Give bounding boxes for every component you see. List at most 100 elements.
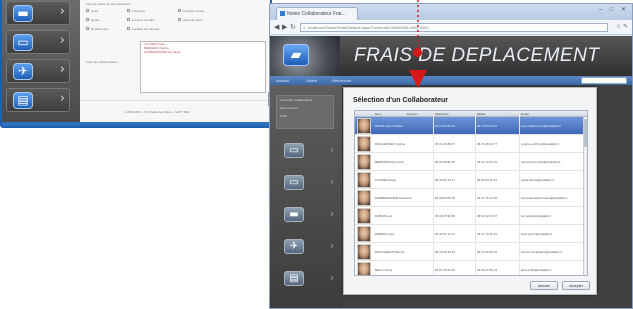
option-checkbox[interactable]	[127, 27, 130, 30]
option-checkbox[interactable]	[127, 9, 130, 12]
plane-icon: ✈	[13, 63, 33, 80]
sidebar-button-book[interactable]: ▤ ›	[280, 269, 338, 289]
column-header[interactable]: Prenom	[407, 112, 418, 116]
avatar	[357, 262, 371, 275]
option-checkbox[interactable]	[86, 27, 89, 30]
sidebar-button-plane[interactable]: ✈ ›	[280, 237, 338, 257]
annotation-dot	[417, 5, 419, 7]
list-item[interactable]: DARBIERMARIE Fernande	[141, 50, 265, 54]
column-divider	[519, 111, 520, 275]
option-label: Achat de livres	[183, 18, 203, 22]
book-icon: ▤	[284, 271, 304, 286]
column-header[interactable]: Mobile	[477, 112, 486, 116]
option-checkbox[interactable]	[127, 18, 130, 21]
cell-name: BELLO Anne	[375, 268, 393, 272]
cell-name: ROSSI Jean Charles	[375, 124, 403, 128]
cell-email: anne.bello@scalable.fr	[521, 268, 552, 272]
sidebar-button-folder[interactable]: ▭ ›	[280, 141, 338, 161]
avatar	[357, 226, 371, 242]
table-row[interactable]: ROSSI Jean Charles 06 12 61 81 03 06 13 54…	[355, 117, 587, 135]
chevron-right-icon: ›	[330, 271, 335, 284]
table-row[interactable]: DUBOIS Luc 05 18 05 96 80 06 52 63 91 57 lu…	[355, 207, 587, 225]
table-row[interactable]: ROCHEFORD Virginie 05 34 29 88 27 06 16 26…	[355, 135, 587, 153]
cell-phone: 05 18 50 40 10	[435, 250, 456, 254]
cell-email: paule.lacore@scalable.fr	[521, 178, 555, 182]
table-row[interactable]: BERNARD Raymond 05 26 69 82 96 06 42 73 21…	[355, 153, 587, 171]
subnav-item[interactable]: Accueil	[276, 78, 289, 83]
annotation-dot	[417, 15, 419, 17]
sidebar-button-hotel[interactable]: ▬ ›	[280, 205, 338, 225]
option-checkbox[interactable]	[86, 18, 89, 21]
table-row[interactable]: LACORE Paule 05 18 02 79 17 06 93 04 31 53…	[355, 171, 587, 189]
window-controls[interactable]: – □ ✕	[599, 6, 629, 13]
option-label: Deplacement	[91, 27, 109, 31]
favicon-icon	[280, 11, 285, 16]
option-checkbox[interactable]	[178, 9, 181, 12]
grid-scrollbar[interactable]	[583, 117, 587, 275]
search-input[interactable]	[581, 77, 627, 84]
avatar	[357, 208, 371, 224]
chevron-right-icon: ›	[330, 175, 335, 188]
avatar	[357, 136, 371, 152]
cell-phone: 05 99 83 05 35	[435, 196, 456, 200]
subnav-item[interactable]: Recherche	[332, 78, 351, 83]
back-sidebar-button-hotel[interactable]: ▭ ›	[6, 30, 70, 54]
avatar	[357, 118, 371, 134]
cell-phone: 05 18 05 96 80	[435, 214, 456, 218]
back-sidebar-button-plane[interactable]: ✈ ›	[6, 59, 70, 83]
option-checkbox[interactable]	[178, 18, 181, 21]
reload-icon[interactable]: ↻	[290, 23, 296, 31]
cell-phone: 05 34 29 88 27	[435, 142, 456, 146]
browser-tab[interactable]: Notes Collaborateur Frai...	[276, 7, 358, 20]
scrollbar-thumb[interactable]	[584, 119, 587, 147]
option-label: Transport	[132, 9, 145, 13]
cell-email: raymond.bernard@scalable.fr	[521, 160, 561, 164]
cell-name: BERNARD Raymond	[375, 160, 404, 164]
table-row[interactable]: DARBIERMARIE Fernande 05 99 83 05 35 06 37…	[355, 189, 587, 207]
option-label: Location de vehicule	[132, 27, 160, 31]
avatar	[357, 172, 371, 188]
folder-icon: ▭	[284, 143, 304, 158]
subnav-item[interactable]: Saisie	[306, 78, 317, 83]
screenshot-stage: ▬ › ▭ › ✈ › ▤ › Type de saisie de frais auto…	[0, 0, 633, 309]
user-panel-line: Connecté: Collaborateur	[280, 98, 313, 102]
option-label: Location voiture	[183, 9, 205, 13]
options-section-label: Type de saisie de frais autorisées	[86, 2, 131, 6]
cell-mobile: 06 37 75 17 40	[477, 196, 498, 200]
cell-name: LACORE Paule	[375, 178, 396, 182]
user-panel-line[interactable]: Profil	[277, 112, 333, 120]
column-header[interactable]: Email	[521, 112, 529, 116]
cell-name: DARBIERMARIE Fernande	[375, 196, 412, 200]
avatar	[357, 244, 371, 260]
address-bar[interactable]: ● localhost/ScreenFrais/Default.aspx?Scr…	[300, 23, 608, 32]
app-banner: ▰ FRAIS DE DEPLACEMENT	[270, 36, 632, 76]
back-arrow-icon[interactable]: ◀	[274, 23, 279, 31]
app-sidebar: Connecté: Collaborateur Déconnexion Prof…	[270, 85, 342, 308]
sidebar-button-car[interactable]: ▭ ›	[280, 173, 338, 193]
option-checkbox[interactable]	[86, 9, 89, 12]
column-header[interactable]: Telephone	[435, 112, 449, 116]
back-sidebar-button-book[interactable]: ▤ ›	[6, 88, 70, 112]
chevron-right-icon: ›	[330, 207, 335, 220]
cell-mobile: 06 06 27 95 13	[477, 268, 498, 272]
cell-email: luc.dubois@scalable.fr	[521, 214, 552, 218]
car-icon: ▬	[13, 5, 33, 22]
table-row[interactable]: PERRIN Louis 05 42 97 12 27 06 37 70 30 32…	[355, 225, 587, 243]
accept-button[interactable]: Accepter	[562, 281, 590, 290]
table-row[interactable]: MOULINEAUX Benoit 05 18 50 40 10 06 67 05 …	[355, 243, 587, 261]
table-row[interactable]: BELLO Anne 05 60 79 00 92 06 06 27 95 13 an…	[355, 261, 587, 275]
cell-phone: 05 18 02 79 17	[435, 178, 456, 182]
forward-arrow-icon[interactable]: ▶	[282, 23, 287, 31]
cell-mobile: 06 16 26 33 77	[477, 142, 498, 146]
browser-window: Notes Collaborateur Frai... – □ ✕ ◀ ▶ ↻ …	[269, 3, 633, 309]
collaborators-listbox[interactable]: LACORE Paule BERNERO Nadine DARBIERMARIE…	[140, 41, 266, 93]
car-icon: ▰	[283, 44, 309, 66]
browser-tools[interactable]: ☆ ✎	[616, 23, 628, 30]
cell-phone: 06 12 61 81 03	[435, 124, 456, 128]
user-panel-line[interactable]: Déconnexion	[277, 104, 333, 112]
back-sidebar-button-car[interactable]: ▬ ›	[6, 1, 70, 25]
column-header[interactable]: Nom	[375, 112, 381, 116]
cell-email: virginie.rochford@scalable.fr	[521, 142, 560, 146]
cancel-button[interactable]: Annuler	[530, 281, 558, 290]
chevron-right-icon: ›	[59, 91, 65, 106]
